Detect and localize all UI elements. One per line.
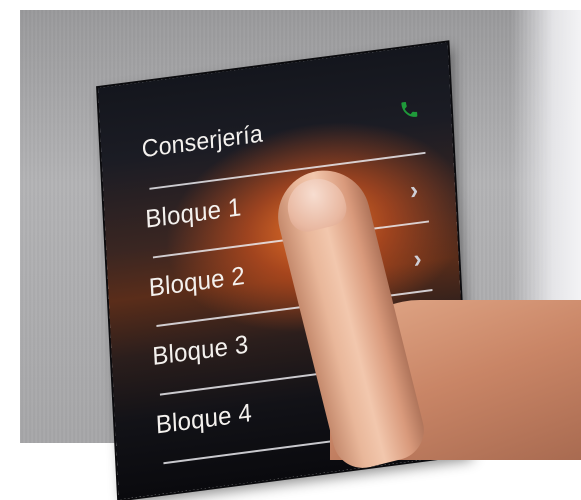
bloque-1-label: Bloque 1 <box>144 191 243 234</box>
bloque-4-label: Bloque 4 <box>155 397 253 440</box>
conserjeria-label: Conserjería <box>141 119 264 164</box>
pointing-finger <box>255 160 515 475</box>
bloque-2-label: Bloque 2 <box>148 260 246 303</box>
phone-icon <box>401 101 418 117</box>
bloque-3-label: Bloque 3 <box>151 328 250 371</box>
